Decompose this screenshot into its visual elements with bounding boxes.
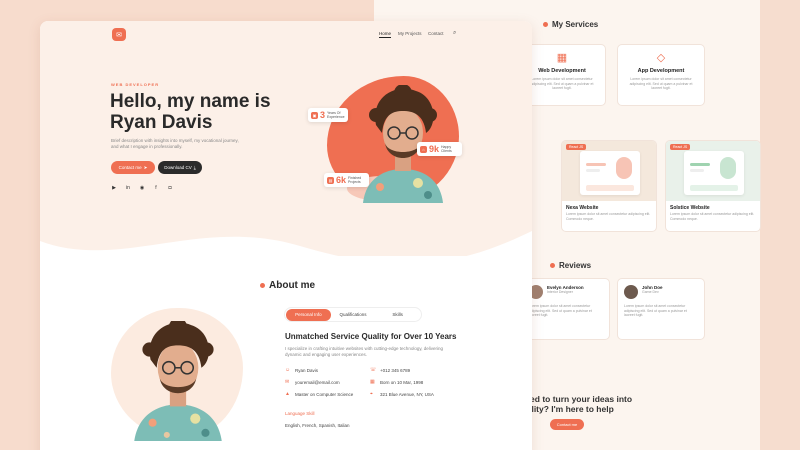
tab-qualifications[interactable]: Qualifications bbox=[331, 309, 376, 321]
info-phone: ☏ +012 345 6789 bbox=[370, 367, 410, 373]
github-icon[interactable]: ◉ bbox=[139, 185, 145, 191]
service-title: App Development bbox=[637, 68, 685, 74]
stat-label: Happy Clients bbox=[441, 145, 452, 153]
language-list: English, French, Spanish, Italian bbox=[285, 423, 350, 428]
website-mockup bbox=[684, 151, 744, 195]
stat-experience: ▣ 3 Years Of Experience bbox=[308, 108, 349, 122]
user-icon: ☺ bbox=[285, 367, 291, 373]
info-birthday: ▦ Born on 10 Mar, 1998 bbox=[370, 379, 423, 385]
about-heading: Unmatched Service Quality for Over 10 Ye… bbox=[285, 332, 457, 341]
cta-heading: ared to turn your ideas into eality? I'm … bbox=[522, 394, 632, 414]
stat-value: 9k bbox=[429, 144, 440, 154]
info-text: Ryan Davis bbox=[295, 367, 319, 373]
hero-title: Hello, my name is Ryan Davis bbox=[110, 91, 310, 133]
download-cv-button[interactable]: Download CV ⤓ bbox=[158, 161, 202, 174]
social-links: ▶ in ◉ f ◘ bbox=[111, 185, 173, 191]
review-text: Lorem ipsum dolor sit amet consectetur a… bbox=[624, 304, 687, 317]
nav-my-projects[interactable]: My Projects bbox=[398, 31, 422, 36]
hero-title-line: Ryan Davis bbox=[110, 112, 213, 133]
hero-title-line: Hello, my name is bbox=[110, 91, 271, 112]
info-text: +012 345 6789 bbox=[380, 367, 411, 373]
mail-icon: ✉ bbox=[285, 379, 290, 385]
about-portrait bbox=[134, 321, 222, 441]
search-icon[interactable]: ⌕ bbox=[453, 30, 456, 37]
calendar-icon: ▦ bbox=[370, 379, 375, 385]
download-icon: ⤓ bbox=[193, 165, 196, 170]
tab-personal-info[interactable]: Personal Info bbox=[286, 308, 331, 321]
avatar bbox=[624, 285, 638, 299]
briefcase-icon: ▣ bbox=[311, 111, 318, 119]
diamond-icon: ◇ bbox=[656, 52, 666, 64]
info-text: youremail@email.com bbox=[295, 379, 340, 385]
cta-line: ared to turn your ideas into bbox=[522, 394, 633, 404]
project-card[interactable]: React JS Solstice Website Lorem ipsum do… bbox=[665, 140, 761, 232]
bullet-icon bbox=[550, 263, 555, 268]
stat-value: 3 bbox=[320, 110, 326, 120]
about-tabs: Personal Info Qualifications Skills bbox=[284, 307, 422, 322]
chat-bubble-icon[interactable]: ✉ bbox=[112, 28, 126, 41]
main-page: ✉ Home My Projects Contact ⌕ WEB DEVELOP… bbox=[40, 21, 532, 450]
review-text: Lorem ipsum dolor sit amet consectetur a… bbox=[529, 304, 592, 317]
nav-home[interactable]: Home bbox=[379, 31, 392, 38]
project-thumbnail: React JS bbox=[666, 141, 760, 201]
nav-contact[interactable]: Contact bbox=[428, 31, 444, 36]
info-education: ▲ Master on Computer Science bbox=[285, 391, 353, 397]
download-cv-label: Download CV bbox=[164, 165, 192, 170]
about-paragraph: I specialize in crafting intuitive websi… bbox=[285, 346, 444, 357]
cta-contact-button[interactable]: Contact me bbox=[550, 419, 584, 430]
service-desc: Lorem ipsum dolor sit amet consectetur a… bbox=[530, 77, 594, 90]
stat-label: Finished Projects bbox=[348, 176, 362, 184]
bullet-icon bbox=[260, 283, 265, 288]
website-mockup bbox=[580, 151, 640, 195]
review-card[interactable]: Evelyn Anderson Interior Designer Lorem … bbox=[522, 278, 610, 340]
tab-skills[interactable]: Skills bbox=[375, 309, 420, 321]
phone-icon: ☏ bbox=[370, 367, 377, 373]
linkedin-icon[interactable]: in bbox=[125, 185, 131, 191]
reviews-title: Reviews bbox=[550, 261, 591, 270]
reviews-title-text: Reviews bbox=[559, 261, 592, 270]
stat-label: Years Of Experience bbox=[327, 111, 345, 119]
location-icon: ⌖ bbox=[370, 391, 373, 397]
info-address: ⌖ 321 Blue Avenue, NY, USA bbox=[370, 391, 434, 397]
info-text: 321 Blue Avenue, NY, USA bbox=[380, 391, 434, 397]
stat-projects: ▤ 6k Finished Projects bbox=[324, 173, 370, 187]
background-edge bbox=[760, 0, 800, 450]
project-title: Nexa Website bbox=[566, 205, 599, 211]
stat-clients: ⌂ 9k Happy Clients bbox=[417, 142, 463, 156]
home-icon: ⌂ bbox=[420, 145, 427, 153]
info-text: Born on 10 Mar, 1998 bbox=[380, 379, 424, 385]
info-text: Master on Computer Science bbox=[295, 391, 354, 397]
review-card[interactable]: John Doe Game Dev Lorem ipsum dolor sit … bbox=[617, 278, 705, 340]
graduation-icon: ▲ bbox=[285, 391, 290, 397]
service-desc: Lorem ipsum dolor sit amet consectetur a… bbox=[629, 77, 693, 90]
hero-eyebrow: WEB DEVELOPER bbox=[111, 82, 160, 87]
stat-value: 6k bbox=[336, 175, 347, 185]
cta-line: eality? I'm here to help bbox=[522, 404, 614, 414]
contact-me-label: Contact me bbox=[118, 165, 142, 170]
project-card[interactable]: React JS Nexa Website Lorem ipsum dolor … bbox=[561, 140, 657, 232]
service-card[interactable]: ◇ App Development Lorem ipsum dolor sit … bbox=[617, 44, 705, 106]
project-thumbnail: React JS bbox=[562, 141, 656, 201]
about-title-text: About me bbox=[269, 280, 316, 291]
project-badge: React JS bbox=[566, 144, 587, 150]
project-desc: Lorem ipsum dolor sit amet consectetur a… bbox=[670, 212, 755, 221]
bullet-icon bbox=[543, 22, 548, 27]
contact-me-button[interactable]: Contact me ➤ bbox=[111, 161, 155, 174]
about-title: About me bbox=[260, 280, 315, 291]
facebook-icon[interactable]: f bbox=[153, 185, 159, 191]
services-title-text: My Services bbox=[552, 20, 599, 29]
project-badge: React JS bbox=[670, 144, 691, 150]
hero-wave bbox=[40, 231, 532, 281]
project-desc: Lorem ipsum dolor sit amet consectetur a… bbox=[566, 212, 651, 221]
project-title: Solstice Website bbox=[670, 205, 710, 211]
youtube-icon[interactable]: ▶ bbox=[111, 185, 117, 191]
info-email: ✉ youremail@email.com bbox=[285, 379, 340, 385]
language-label: Language Skill bbox=[285, 411, 315, 416]
instagram-icon[interactable]: ◘ bbox=[167, 185, 173, 191]
info-name: ☺ Ryan Davis bbox=[285, 367, 318, 373]
hero-description: Brief description with insights into mys… bbox=[111, 138, 239, 149]
send-icon: ➤ bbox=[143, 164, 148, 170]
chart-icon: ▤ bbox=[327, 176, 334, 184]
services-title: My Services bbox=[543, 20, 598, 29]
